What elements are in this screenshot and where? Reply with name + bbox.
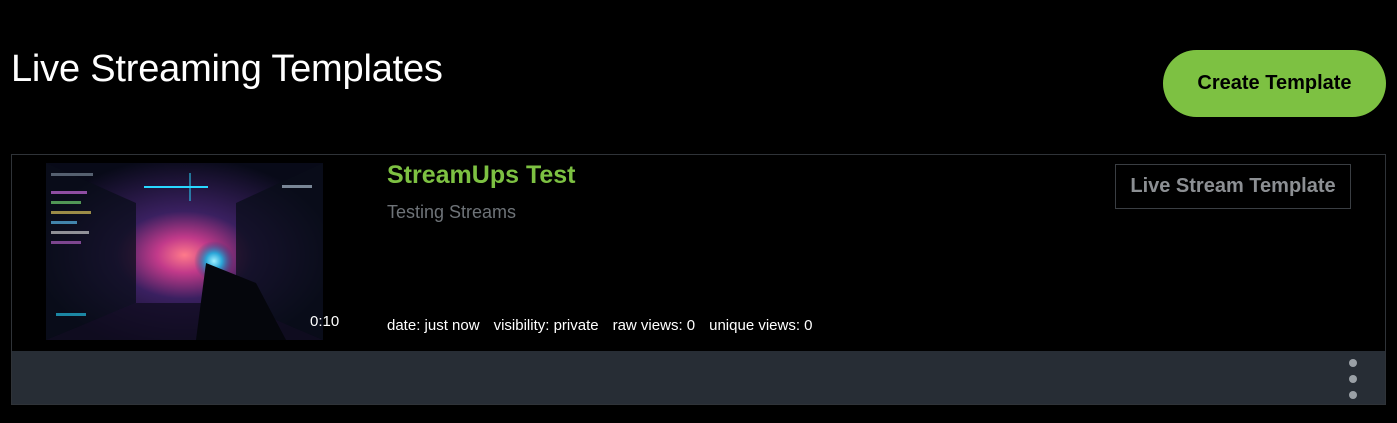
- template-thumbnail[interactable]: [46, 163, 323, 340]
- kebab-dot: [1349, 375, 1357, 383]
- template-card: 0:10 StreamUps Test Testing Streams date…: [11, 154, 1386, 405]
- template-title[interactable]: StreamUps Test: [387, 161, 576, 190]
- card-footer: [12, 351, 1385, 404]
- template-description: Testing Streams: [387, 202, 517, 222]
- create-template-button[interactable]: Create Template: [1163, 50, 1386, 117]
- kebab-dot: [1349, 391, 1357, 399]
- template-type-badge: Live Stream Template: [1115, 164, 1351, 209]
- video-duration: 0:10: [310, 313, 340, 330]
- meta-raw-views: raw views: 0: [612, 317, 696, 334]
- kebab-vertical-icon[interactable]: [1341, 359, 1365, 399]
- template-meta: date: just now visibility: private raw v…: [387, 317, 813, 334]
- meta-date: date: just now: [387, 317, 480, 334]
- page-title: Live Streaming Templates: [11, 48, 443, 90]
- thumbnail-image: [46, 163, 323, 340]
- meta-visibility: visibility: private: [493, 317, 599, 334]
- meta-unique-views: unique views: 0: [709, 317, 813, 334]
- kebab-dot: [1349, 359, 1357, 367]
